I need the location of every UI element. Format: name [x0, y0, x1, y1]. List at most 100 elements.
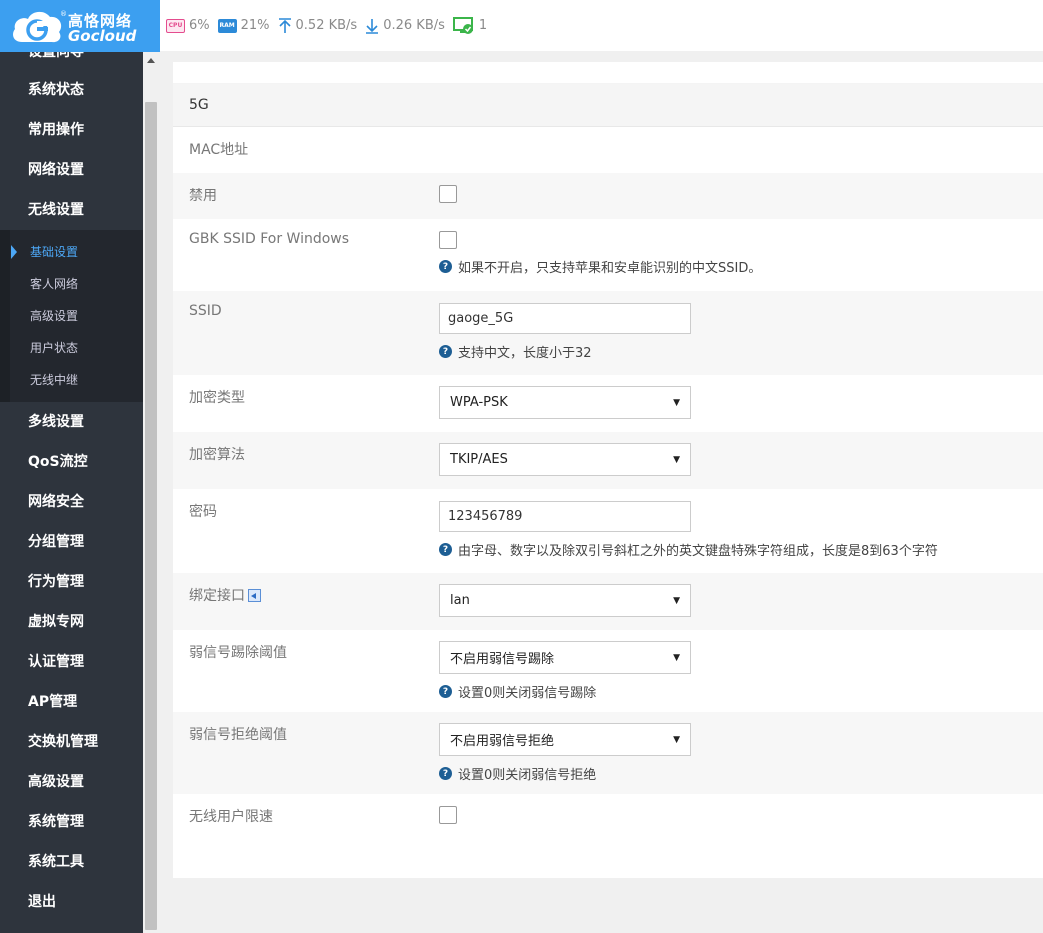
enc-alg-row: 加密算法 TKIP/AES ▼	[173, 432, 1043, 489]
sidebar-item-switch[interactable]: 交换机管理	[0, 722, 143, 762]
sidebar-submenu-wireless: 基础设置 客人网络 高级设置 用户状态 无线中继	[0, 230, 143, 402]
brand-logo[interactable]: ® 高恪网络 Gocloud	[0, 0, 160, 52]
sidebar-scrollbar[interactable]	[143, 52, 160, 933]
dropdown-arrow-icon: ▼	[673, 652, 680, 663]
help-icon: ?	[439, 685, 452, 698]
gbk-row: GBK SSID For Windows ? 如果不开启，只支持苹果和安卓能识别的…	[173, 219, 1043, 291]
password-input[interactable]	[439, 501, 691, 532]
reject-select[interactable]: 不启用弱信号拒绝 ▼	[439, 723, 691, 756]
bind-row: 绑定接口 lan ▼	[173, 573, 1043, 630]
sidebar-subitem-basic[interactable]: 基础设置	[0, 236, 143, 268]
enc-alg-label: 加密算法	[189, 447, 245, 463]
download-stat: 0.26 KB/s	[365, 18, 445, 34]
kick-label: 弱信号踢除阈值	[189, 645, 287, 661]
sidebar-item-system-tools[interactable]: 系统工具	[0, 842, 143, 882]
enc-type-label: 加密类型	[189, 390, 245, 406]
sidebar-item-system-status[interactable]: 系统状态	[0, 70, 143, 110]
sidebar-item-setup-wizard[interactable]: 设置向导	[0, 52, 143, 70]
ratelimit-checkbox[interactable]	[439, 806, 457, 824]
sidebar-subitem-guest[interactable]: 客人网络	[0, 268, 143, 300]
enc-type-select[interactable]: WPA-PSK ▼	[439, 386, 691, 419]
ssid-input[interactable]	[439, 303, 691, 334]
password-help: ? 由字母、数字以及除双引号斜杠之外的英文键盘特殊字符组成，长度是8到63个字符	[439, 540, 1043, 559]
section-title: 5G	[173, 84, 1043, 127]
bind-label-wrap: 绑定接口	[189, 573, 439, 630]
sidebar-subitem-user-status[interactable]: 用户状态	[0, 332, 143, 364]
dropdown-arrow-icon: ▼	[673, 734, 680, 745]
upload-stat: 0.52 KB/s	[278, 17, 357, 34]
enc-type-row: 加密类型 WPA-PSK ▼	[173, 375, 1043, 432]
kick-select[interactable]: 不启用弱信号踢除 ▼	[439, 641, 691, 674]
sidebar-subitem-advanced[interactable]: 高级设置	[0, 300, 143, 332]
sidebar-item-groups[interactable]: 分组管理	[0, 522, 143, 562]
kick-value: 不启用弱信号踢除	[450, 652, 555, 667]
help-icon: ?	[439, 345, 452, 358]
bind-value: lan	[450, 593, 470, 608]
bind-info-icon[interactable]	[248, 589, 261, 602]
online-stat[interactable]: 1	[452, 16, 488, 35]
password-row: 密码 ? 由字母、数字以及除双引号斜杠之外的英文键盘特殊字符组成，长度是8到63个…	[173, 489, 1043, 573]
ssid-help-text: 支持中文，长度小于32	[458, 346, 592, 361]
sidebar-item-network-settings[interactable]: 网络设置	[0, 150, 143, 190]
ram-stat: RAM 21%	[217, 18, 270, 33]
mac-row: MAC地址	[173, 127, 1043, 173]
download-arrow-icon	[365, 18, 379, 34]
download-value: 0.26 KB/s	[383, 18, 445, 33]
panel-top-row	[173, 62, 1043, 84]
gbk-help: ? 如果不开启，只支持苹果和安卓能识别的中文SSID。	[439, 257, 1043, 276]
sidebar-item-security[interactable]: 网络安全	[0, 482, 143, 522]
scroll-up-arrow-icon[interactable]	[147, 58, 155, 63]
sidebar: 设置向导 系统状态 常用操作 网络设置 无线设置 基础设置 客人网络 高级设置 …	[0, 52, 143, 933]
cloud-logo-icon	[13, 11, 62, 43]
cpu-value: 6%	[189, 18, 210, 33]
sidebar-item-auth[interactable]: 认证管理	[0, 642, 143, 682]
reject-help: ? 设置0则关闭弱信号拒绝	[439, 764, 1043, 783]
sidebar-item-logout[interactable]: 退出	[0, 882, 143, 922]
sidebar-item-multiwan[interactable]: 多线设置	[0, 402, 143, 442]
sidebar-item-system-mgmt[interactable]: 系统管理	[0, 802, 143, 842]
cpu-stat: CPU 6%	[166, 18, 210, 33]
online-monitor-icon	[452, 16, 475, 35]
enc-alg-value: TKIP/AES	[450, 452, 508, 467]
ssid-help: ? 支持中文，长度小于32	[439, 342, 1043, 361]
ram-icon: RAM	[217, 18, 237, 33]
bind-label: 绑定接口	[189, 588, 245, 604]
ssid-label: SSID	[189, 303, 222, 319]
kick-help-text: 设置0则关闭弱信号踢除	[458, 686, 597, 701]
sidebar-item-advanced-settings[interactable]: 高级设置	[0, 762, 143, 802]
sidebar-item-vpn[interactable]: 虚拟专网	[0, 602, 143, 642]
online-count: 1	[478, 18, 488, 33]
ratelimit-row: 无线用户限速	[173, 794, 1043, 860]
password-help-text: 由字母、数字以及除双引号斜杠之外的英文键盘特殊字符组成，长度是8到63个字符	[458, 544, 938, 559]
enc-type-value: WPA-PSK	[450, 395, 508, 410]
reject-label: 弱信号拒绝阈值	[189, 727, 287, 743]
sidebar-item-behavior[interactable]: 行为管理	[0, 562, 143, 602]
gbk-checkbox[interactable]	[439, 231, 457, 249]
sidebar-subitem-repeater[interactable]: 无线中继	[0, 364, 143, 396]
gbk-help-text: 如果不开启，只支持苹果和安卓能识别的中文SSID。	[458, 261, 762, 276]
scrollbar-thumb[interactable]	[145, 102, 157, 930]
reject-help-text: 设置0则关闭弱信号拒绝	[458, 768, 597, 783]
sidebar-item-ap[interactable]: AP管理	[0, 682, 143, 722]
ratelimit-label: 无线用户限速	[189, 809, 273, 825]
dropdown-arrow-icon: ▼	[673, 397, 680, 408]
disable-checkbox[interactable]	[439, 185, 457, 203]
help-icon: ?	[439, 543, 452, 556]
disable-label: 禁用	[189, 188, 217, 204]
sidebar-item-qos[interactable]: QoS流控	[0, 442, 143, 482]
help-icon: ?	[439, 260, 452, 273]
ssid-row: SSID ? 支持中文，长度小于32	[173, 291, 1043, 375]
sidebar-item-common-ops[interactable]: 常用操作	[0, 110, 143, 150]
help-icon: ?	[439, 767, 452, 780]
dropdown-arrow-icon: ▼	[673, 595, 680, 606]
main-content: 5G MAC地址 禁用 GBK SSID For Windows ? 如果不开启，…	[160, 52, 1043, 933]
mac-label: MAC地址	[189, 142, 249, 158]
reject-row: 弱信号拒绝阈值 不启用弱信号拒绝 ▼ ? 设置0则关闭弱信号拒绝	[173, 712, 1043, 794]
bind-select[interactable]: lan ▼	[439, 584, 691, 617]
ram-value: 21%	[240, 18, 270, 33]
gbk-label: GBK SSID For Windows	[189, 231, 350, 247]
sidebar-item-wireless-settings[interactable]: 无线设置	[0, 190, 143, 230]
brand-name-en: Gocloud	[68, 27, 137, 45]
kick-help: ? 设置0则关闭弱信号踢除	[439, 682, 1043, 701]
enc-alg-select[interactable]: TKIP/AES ▼	[439, 443, 691, 476]
